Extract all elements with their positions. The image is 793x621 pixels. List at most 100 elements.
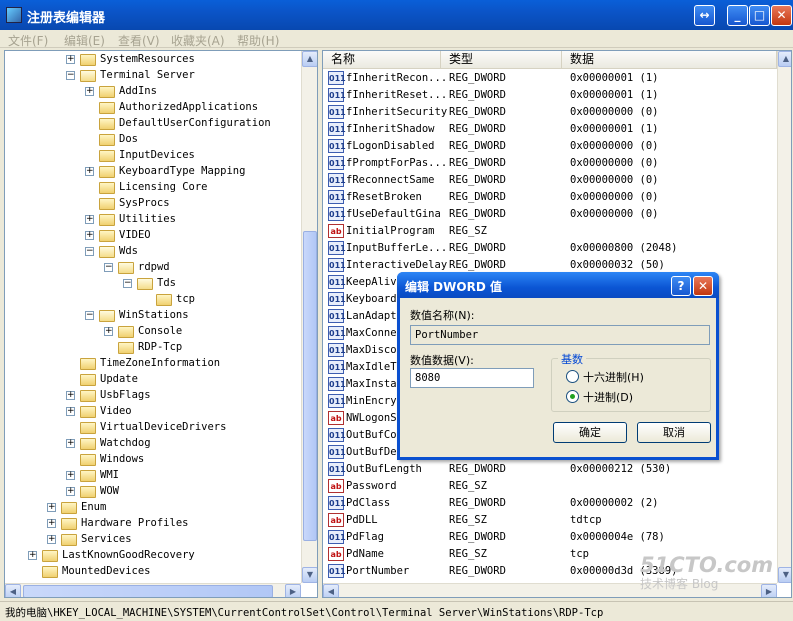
menu-help[interactable]: 帮助(H): [237, 32, 279, 49]
value-row[interactable]: 011 fInheritReset... REG_DWORD 0x00000001 (…: [323, 87, 777, 104]
collapse-icon[interactable]: −: [85, 311, 94, 320]
menu-favorites[interactable]: 收藏夹(A): [171, 32, 225, 49]
tree-item[interactable]: AuthorizedApplications: [5, 100, 301, 116]
tree-item-label[interactable]: MountedDevices: [62, 565, 151, 577]
value-row[interactable]: ab Password REG_SZ: [323, 478, 777, 495]
value-row[interactable]: 011 fInheritShadow REG_DWORD 0x00000001 (1): [323, 121, 777, 138]
dec-radio[interactable]: [566, 390, 579, 403]
tree-item[interactable]: + Hardware Profiles: [5, 516, 301, 532]
tree-hscroll-thumb[interactable]: [23, 585, 273, 597]
expand-icon[interactable]: +: [66, 487, 75, 496]
tree-item[interactable]: + KeyboardType Mapping: [5, 164, 301, 180]
expand-icon[interactable]: +: [66, 407, 75, 416]
tree-item-label[interactable]: DefaultUserConfiguration: [119, 117, 271, 129]
tree-item-label[interactable]: tcp: [176, 293, 195, 305]
tree-item[interactable]: VirtualDeviceDrivers: [5, 420, 301, 436]
tree-item[interactable]: + Console: [5, 324, 301, 340]
hex-radio[interactable]: [566, 370, 579, 383]
tree-item[interactable]: + Video: [5, 404, 301, 420]
tree-item-label[interactable]: SystemResources: [100, 53, 195, 65]
value-row[interactable]: 011 OutBufLength REG_DWORD 0x00000212 (530): [323, 461, 777, 478]
tree-item-label[interactable]: Services: [81, 533, 132, 545]
tree-item[interactable]: + UsbFlags: [5, 388, 301, 404]
expand-icon[interactable]: +: [66, 439, 75, 448]
cancel-button[interactable]: 取消: [637, 422, 711, 443]
tree-item[interactable]: + VIDEO: [5, 228, 301, 244]
value-row[interactable]: 011 fInheritRecon... REG_DWORD 0x00000001 (…: [323, 70, 777, 87]
tree-item-label[interactable]: Watchdog: [100, 437, 151, 449]
column-header-name[interactable]: 名称: [323, 51, 441, 69]
help-icon[interactable]: ?: [671, 276, 691, 296]
tree-item[interactable]: + AddIns: [5, 84, 301, 100]
scroll-down-icon[interactable]: ▼: [302, 567, 317, 583]
tree-item-label[interactable]: LastKnownGoodRecovery: [62, 549, 195, 561]
close-button[interactable]: ✕: [771, 5, 792, 26]
tree-item-label[interactable]: VirtualDeviceDrivers: [100, 421, 226, 433]
expand-icon[interactable]: +: [47, 535, 56, 544]
expand-icon[interactable]: +: [66, 391, 75, 400]
tree-item-label[interactable]: Licensing Core: [119, 181, 208, 193]
collapse-icon[interactable]: −: [66, 71, 75, 80]
tree-item[interactable]: + SystemResources: [5, 52, 301, 68]
tree-item[interactable]: Update: [5, 372, 301, 388]
tree-item-label[interactable]: Windows: [100, 453, 144, 465]
tree-item-label[interactable]: TimeZoneInformation: [100, 357, 220, 369]
scroll-right-icon[interactable]: ▶: [285, 584, 301, 597]
value-row[interactable]: ab PdDLL REG_SZ tdtcp: [323, 512, 777, 529]
values-scroll-up-icon[interactable]: ▲: [778, 51, 791, 67]
tree-item[interactable]: + Watchdog: [5, 436, 301, 452]
tree-item[interactable]: tcp: [5, 292, 301, 308]
tree-item[interactable]: + WMI: [5, 468, 301, 484]
expand-icon[interactable]: +: [85, 215, 94, 224]
value-row[interactable]: 011 fLogonDisabled REG_DWORD 0x00000000 (0): [323, 138, 777, 155]
value-row[interactable]: 011 fPromptForPas... REG_DWORD 0x00000000 (…: [323, 155, 777, 172]
tree-item-label[interactable]: InputDevices: [119, 149, 195, 161]
expand-icon[interactable]: +: [28, 551, 37, 560]
collapse-icon[interactable]: −: [123, 279, 132, 288]
expand-icon[interactable]: +: [47, 519, 56, 528]
tree-item-label[interactable]: Video: [100, 405, 132, 417]
value-row[interactable]: 011 PdClass REG_DWORD 0x00000002 (2): [323, 495, 777, 512]
tree-item-label[interactable]: Hardware Profiles: [81, 517, 188, 529]
tree-item-label[interactable]: Utilities: [119, 213, 176, 225]
dec-radio-label[interactable]: 十进制(D): [583, 389, 633, 405]
collapse-icon[interactable]: −: [85, 247, 94, 256]
scroll-up-icon[interactable]: ▲: [302, 51, 317, 67]
ok-button[interactable]: 确定: [553, 422, 627, 443]
tree-item-label[interactable]: WMI: [100, 469, 119, 481]
value-row[interactable]: 011 fResetBroken REG_DWORD 0x00000000 (0): [323, 189, 777, 206]
tree-item-label[interactable]: VIDEO: [119, 229, 151, 241]
tree-item[interactable]: RDP-Tcp: [5, 340, 301, 356]
expand-icon[interactable]: +: [104, 327, 113, 336]
tree-item-label[interactable]: KeyboardType Mapping: [119, 165, 245, 177]
tree-item[interactable]: + LastKnownGoodRecovery: [5, 548, 301, 564]
value-row[interactable]: 011 fReconnectSame REG_DWORD 0x00000000 (0): [323, 172, 777, 189]
hex-radio-label[interactable]: 十六进制(H): [583, 369, 644, 385]
dialog-close-button[interactable]: ✕: [693, 276, 713, 296]
values-scroll-left-icon[interactable]: ◀: [323, 584, 339, 597]
tree-item[interactable]: Licensing Core: [5, 180, 301, 196]
value-row[interactable]: 011 fInheritSecurity REG_DWORD 0x00000000 (…: [323, 104, 777, 121]
tree-item-label[interactable]: Terminal Server: [100, 69, 195, 81]
tree-item-label[interactable]: Dos: [119, 133, 138, 145]
tree-item[interactable]: − Terminal Server: [5, 68, 301, 84]
value-row[interactable]: ab InitialProgram REG_SZ: [323, 223, 777, 240]
tree-item-label[interactable]: AuthorizedApplications: [119, 101, 258, 113]
menu-edit[interactable]: 编辑(E): [64, 32, 105, 49]
tree-item-label[interactable]: WinStations: [119, 309, 189, 321]
tree-item-label[interactable]: WOW: [100, 485, 119, 497]
tree-item[interactable]: DefaultUserConfiguration: [5, 116, 301, 132]
tree-item-label[interactable]: UsbFlags: [100, 389, 151, 401]
value-data-input[interactable]: 8080: [410, 368, 534, 388]
expand-icon[interactable]: +: [66, 471, 75, 480]
tree-item[interactable]: + Utilities: [5, 212, 301, 228]
registry-tree-pane[interactable]: + SystemResources − Terminal Server + AddIns A…: [4, 50, 318, 598]
tree-item-label[interactable]: SysProcs: [119, 197, 170, 209]
expand-icon[interactable]: +: [47, 503, 56, 512]
tree-item[interactable]: − Wds: [5, 244, 301, 260]
value-row[interactable]: 011 InputBufferLe... REG_DWORD 0x00000800 (…: [323, 240, 777, 257]
tree-item-label[interactable]: Update: [100, 373, 138, 385]
maximize-button[interactable]: □: [749, 5, 770, 26]
tree-item[interactable]: SysProcs: [5, 196, 301, 212]
values-vertical-scrollbar[interactable]: ▲ ▼: [777, 51, 791, 583]
